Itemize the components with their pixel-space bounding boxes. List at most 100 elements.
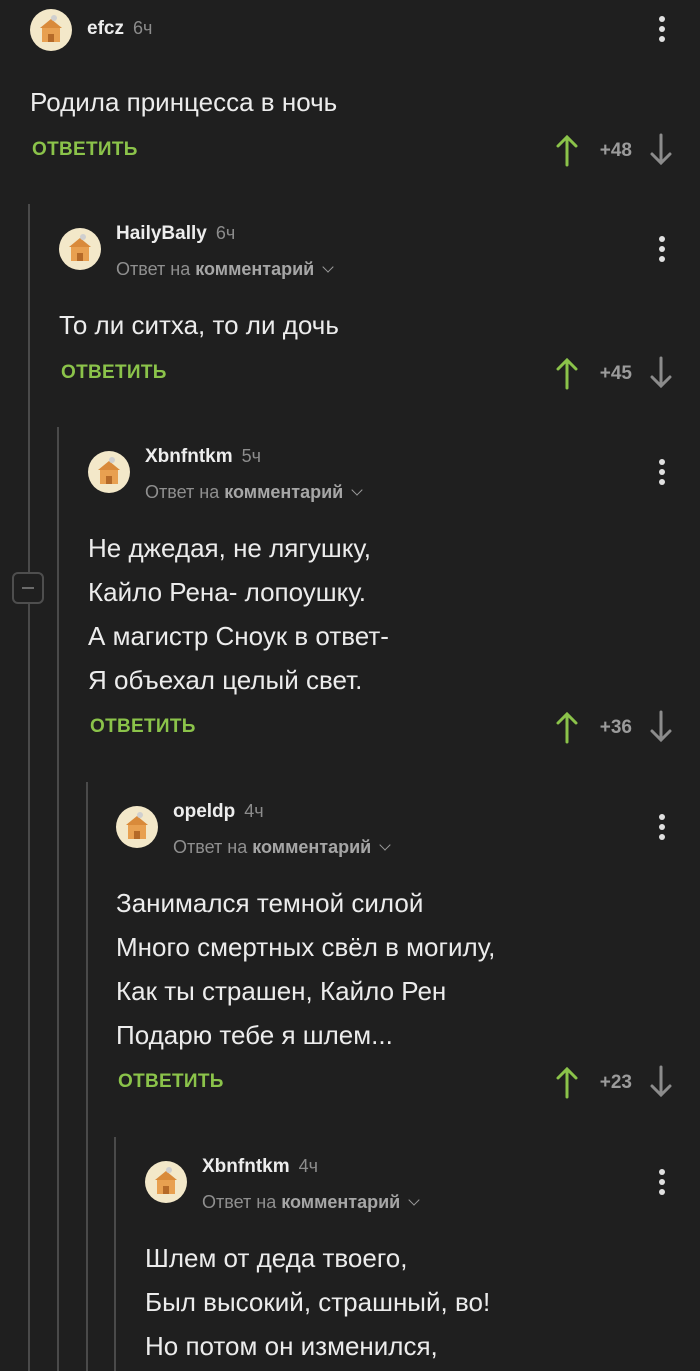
comment-text-line: Много смертных свёл в могилу, bbox=[116, 932, 496, 962]
reply-to-link[interactable]: Ответ на комментарий bbox=[145, 482, 363, 503]
chevron-down-icon[interactable] bbox=[322, 261, 334, 273]
comment-text: Родила принцесса в ночь bbox=[30, 80, 680, 124]
comment-text-line: Занимался темной силой bbox=[116, 888, 424, 918]
author-name[interactable]: Xbnfntkm bbox=[145, 446, 233, 467]
comment: HailyBally 6ч Ответ на комментарий То ли … bbox=[59, 220, 700, 400]
reply-to-target[interactable]: комментарий bbox=[281, 1192, 400, 1212]
comment-score: +48 bbox=[599, 140, 632, 161]
more-vertical-icon[interactable] bbox=[654, 1167, 670, 1197]
chevron-down-icon[interactable] bbox=[408, 1194, 420, 1206]
avatar[interactable] bbox=[88, 451, 130, 493]
comment-text: Занимался темной силой Много смертных св… bbox=[116, 881, 680, 1057]
arrow-down-icon[interactable] bbox=[648, 1065, 674, 1099]
reply-button[interactable]: ОТВЕТИТЬ bbox=[90, 716, 196, 738]
arrow-down-icon[interactable] bbox=[648, 356, 674, 390]
comment-text-line: Как ты страшен, Кайло Рен bbox=[116, 976, 447, 1006]
comment: efcz 6ч Родила принцесса в ночь ОТВЕТИТЬ … bbox=[30, 0, 700, 180]
arrow-up-icon[interactable] bbox=[554, 710, 580, 744]
reply-to-link[interactable]: Ответ на комментарий bbox=[202, 1192, 420, 1213]
reply-to-target[interactable]: комментарий bbox=[195, 259, 314, 279]
avatar-icon bbox=[126, 812, 148, 839]
reply-to-prefix: Ответ на bbox=[173, 837, 248, 857]
reply-to-link[interactable]: Ответ на комментарий bbox=[173, 837, 391, 858]
reply-button[interactable]: ОТВЕТИТЬ bbox=[61, 362, 167, 384]
arrow-up-icon[interactable] bbox=[554, 356, 580, 390]
thread-line-level-2-continued bbox=[57, 779, 59, 1371]
thread-line-level-2 bbox=[57, 427, 59, 779]
comment-header: opeldp 4ч Ответ на комментарий bbox=[116, 798, 700, 858]
reply-to-target[interactable]: комментарий bbox=[224, 482, 343, 502]
more-vertical-icon[interactable] bbox=[654, 812, 670, 842]
reply-button[interactable]: ОТВЕТИТЬ bbox=[32, 139, 138, 161]
thread-line-level-4 bbox=[114, 1137, 116, 1371]
comment-author[interactable]: efcz 6ч bbox=[87, 18, 152, 40]
arrow-up-icon[interactable] bbox=[554, 133, 580, 167]
more-vertical-icon[interactable] bbox=[654, 457, 670, 487]
comment-actions: ОТВЕТИТЬ +48 bbox=[30, 133, 700, 169]
avatar[interactable] bbox=[116, 806, 158, 848]
chevron-down-icon[interactable] bbox=[379, 839, 391, 851]
avatar[interactable] bbox=[59, 228, 101, 270]
reply-to-target[interactable]: комментарий bbox=[252, 837, 371, 857]
comment-author[interactable]: HailyBally 6ч bbox=[116, 223, 235, 245]
chevron-down-icon[interactable] bbox=[351, 484, 363, 496]
comment-text: То ли ситха, то ли дочь bbox=[59, 303, 680, 347]
arrow-down-icon[interactable] bbox=[648, 710, 674, 744]
comment-author[interactable]: Xbnfntkm 5ч bbox=[145, 446, 261, 468]
comment-time: 4ч bbox=[244, 801, 264, 821]
comment-text-line: Родила принцесса в ночь bbox=[30, 87, 338, 117]
comment-actions: ОТВЕТИТЬ +45 bbox=[59, 356, 700, 392]
avatar-icon bbox=[98, 457, 120, 484]
comment-text-line: Но потом он изменился, bbox=[145, 1331, 438, 1361]
reply-to-prefix: Ответ на bbox=[145, 482, 220, 502]
comment-text-line: Я объехал целый свет. bbox=[88, 665, 363, 695]
avatar-icon bbox=[69, 234, 91, 261]
author-name[interactable]: opeldp bbox=[173, 801, 235, 822]
avatar[interactable] bbox=[30, 9, 72, 51]
comment: Xbnfntkm 4ч Ответ на комментарий Шлем от … bbox=[145, 1153, 700, 1371]
author-name[interactable]: HailyBally bbox=[116, 223, 207, 244]
comment-actions: ОТВЕТИТЬ +23 bbox=[116, 1065, 700, 1101]
comment-score: +45 bbox=[599, 363, 632, 384]
comment-time: 5ч bbox=[241, 446, 261, 466]
minus-icon bbox=[22, 587, 34, 589]
comment-text-line: Подарю тебе я шлем... bbox=[116, 1020, 393, 1050]
more-vertical-icon[interactable] bbox=[654, 234, 670, 264]
comment-text-line: Шлем от деда твоего, bbox=[145, 1243, 408, 1273]
comment-score: +36 bbox=[599, 717, 632, 738]
reply-to-prefix: Ответ на bbox=[116, 259, 191, 279]
comment-time: 4ч bbox=[298, 1156, 318, 1176]
comment-text-line: А магистр Сноук в ответ- bbox=[88, 621, 389, 651]
comment-text-line: Не джедая, не лягушку, bbox=[88, 533, 371, 563]
arrow-up-icon[interactable] bbox=[554, 1065, 580, 1099]
comment-author[interactable]: opeldp 4ч bbox=[173, 801, 264, 823]
avatar-icon bbox=[40, 15, 62, 42]
avatar[interactable] bbox=[145, 1161, 187, 1203]
author-name[interactable]: efcz bbox=[87, 18, 124, 39]
comment-text: Шлем от деда твоего, Был высокий, страшн… bbox=[145, 1236, 680, 1368]
comment-time: 6ч bbox=[132, 18, 153, 38]
reply-to-prefix: Ответ на bbox=[202, 1192, 277, 1212]
comment-header: HailyBally 6ч Ответ на комментарий bbox=[59, 220, 700, 280]
thread-line-level-1 bbox=[28, 204, 30, 1371]
thread-line-level-3 bbox=[86, 782, 88, 1371]
comment-header: efcz 6ч bbox=[30, 0, 700, 60]
comment-header: Xbnfntkm 4ч Ответ на комментарий bbox=[145, 1153, 700, 1213]
comment-score: +23 bbox=[599, 1072, 632, 1093]
comment-text-line: То ли ситха, то ли дочь bbox=[59, 310, 339, 340]
arrow-down-icon[interactable] bbox=[648, 133, 674, 167]
reply-button[interactable]: ОТВЕТИТЬ bbox=[118, 1071, 224, 1093]
comment-time: 6ч bbox=[215, 223, 236, 243]
comment: opeldp 4ч Ответ на комментарий Занимался … bbox=[116, 798, 700, 1108]
comment: Xbnfntkm 5ч Ответ на комментарий Не джеда… bbox=[88, 443, 700, 753]
reply-to-link[interactable]: Ответ на комментарий bbox=[116, 259, 334, 280]
comment-text-line: Кайло Рена- лопоушку. bbox=[88, 577, 366, 607]
comment-header: Xbnfntkm 5ч Ответ на комментарий bbox=[88, 443, 700, 503]
comment-text-line: Был высокий, страшный, во! bbox=[145, 1287, 491, 1317]
comment-actions: ОТВЕТИТЬ +36 bbox=[88, 710, 700, 746]
avatar-icon bbox=[155, 1167, 177, 1194]
collapse-thread-button[interactable] bbox=[12, 572, 44, 604]
comment-author[interactable]: Xbnfntkm 4ч bbox=[202, 1156, 318, 1178]
author-name[interactable]: Xbnfntkm bbox=[202, 1156, 290, 1177]
more-vertical-icon[interactable] bbox=[654, 14, 670, 44]
